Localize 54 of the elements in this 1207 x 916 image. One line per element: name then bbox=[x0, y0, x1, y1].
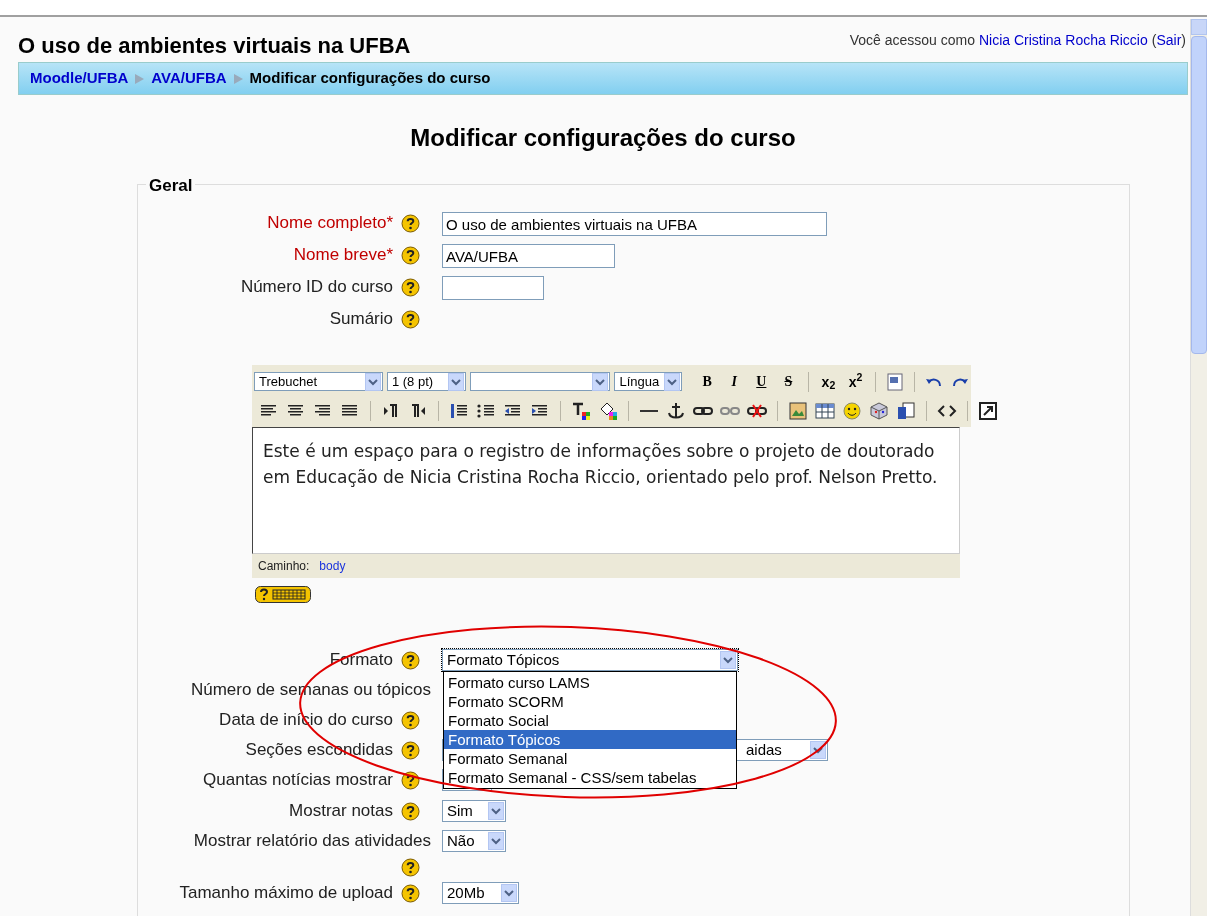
parenthesis: ) bbox=[1181, 31, 1186, 50]
dropdown-option[interactable]: Formato SCORM bbox=[444, 692, 736, 711]
font-select[interactable]: Trebuchet bbox=[254, 372, 383, 391]
field-label: Nome completo* bbox=[267, 213, 393, 232]
keyboard-help-icon bbox=[255, 586, 311, 603]
user-link[interactable]: Nicia Cristina Rocha Riccio bbox=[978, 30, 1148, 51]
parenthesis: ( bbox=[1151, 31, 1157, 50]
dropdown-option[interactable]: Formato Social bbox=[444, 711, 736, 730]
paste-icon bbox=[895, 399, 917, 422]
horizontal-rule-icon bbox=[640, 409, 658, 412]
field-label: Número ID do curso bbox=[240, 277, 393, 296]
separator-arrow-icon bbox=[233, 73, 243, 84]
field-label: Quantas notícias mostrar bbox=[203, 770, 393, 789]
italic-button[interactable]: I bbox=[722, 370, 746, 393]
strikethrough-button[interactable]: S bbox=[776, 370, 800, 393]
dropdown-option[interactable]: Formato curso LAMS bbox=[444, 673, 736, 692]
select-field[interactable]: Sim bbox=[442, 800, 506, 822]
select-field[interactable]: Não bbox=[442, 830, 506, 852]
text-field[interactable]: O uso de ambientes virtuais na UFBA bbox=[442, 212, 827, 236]
language-select[interactable]: Língua bbox=[614, 372, 682, 391]
editor-text: Este é um espaço para o registro de informações sobre o projeto de doutorado em Educação de Nicia Cristina Rocha Riccio, orientado pelo prof. Nelson Pretto. bbox=[263, 440, 939, 489]
course-title: O uso de ambientes virtuais na UFBA bbox=[18, 33, 411, 59]
dropdown-option[interactable]: Formato Tópicos bbox=[444, 730, 736, 749]
image-icon bbox=[787, 399, 809, 422]
page-heading: Modificar configurações do curso bbox=[409, 123, 797, 153]
login-text: Você acessou como bbox=[849, 31, 975, 50]
field-label: Mostrar relatório das atividades bbox=[193, 831, 431, 850]
logout-link[interactable]: Sair bbox=[1156, 30, 1182, 51]
field-label: Nome breve* bbox=[293, 245, 393, 264]
smiley-icon bbox=[841, 399, 863, 422]
field-label: Tamanho máximo de upload bbox=[179, 883, 393, 902]
field-label: Mostrar notas bbox=[289, 801, 393, 820]
text-field[interactable] bbox=[442, 276, 544, 300]
bold-button[interactable]: B bbox=[695, 370, 719, 393]
subscript-button[interactable]: x$_{2}$ bbox=[816, 370, 840, 393]
dropdown-option[interactable]: Formato Semanal bbox=[444, 749, 736, 768]
path-label: Caminho: bbox=[258, 558, 310, 575]
scrollbar[interactable] bbox=[1190, 19, 1207, 916]
breadcrumb-link[interactable]: AVA/UFBA bbox=[151, 67, 227, 90]
style-select[interactable] bbox=[469, 372, 611, 391]
superscript-button[interactable]: x$^{2}$ bbox=[843, 370, 867, 393]
select-field[interactable]: 20Mb bbox=[442, 882, 519, 904]
breadcrumb-current: Modificar configurações do curso bbox=[249, 68, 491, 89]
dropdown-option[interactable]: Formato Semanal - CSS/sem tabelas bbox=[444, 768, 736, 787]
underline-button[interactable]: U bbox=[749, 370, 773, 393]
breadcrumb-link[interactable]: Moodle/UFBA bbox=[30, 67, 129, 90]
fullscreen-icon bbox=[977, 399, 999, 422]
select-field[interactable]: Formato Tópicos bbox=[442, 649, 738, 671]
word-document-icon bbox=[884, 370, 906, 393]
path-link[interactable]: body bbox=[319, 557, 346, 575]
text-field[interactable]: AVA/UFBA bbox=[442, 244, 615, 268]
size-select[interactable]: 1 (8 pt) bbox=[386, 372, 466, 391]
separator-arrow-icon bbox=[135, 73, 145, 84]
field-label: Sumário bbox=[329, 309, 393, 328]
